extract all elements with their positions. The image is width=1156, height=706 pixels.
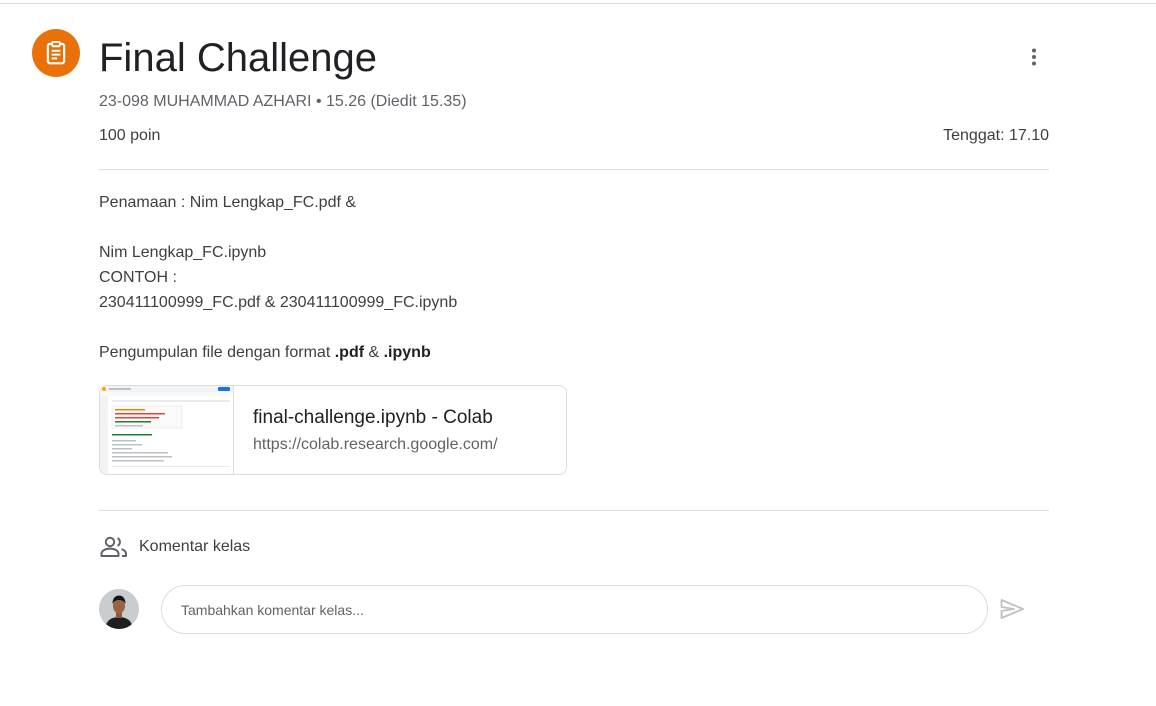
description-line: CONTOH : — [99, 269, 177, 286]
header-divider — [99, 169, 1049, 170]
format-amp: & — [364, 344, 384, 361]
top-border — [0, 3, 1156, 4]
attachment-thumbnail — [100, 386, 234, 474]
description-line: Nim Lengkap_FC.ipynb — [99, 244, 267, 261]
points-label: 100 poin — [99, 127, 161, 144]
description-line: Penamaan : Nim Lengkap_FC.pdf & — [99, 194, 357, 211]
send-icon — [1000, 599, 1024, 619]
class-comments-header: Komentar kelas — [99, 534, 250, 560]
more-options-button[interactable] — [1014, 37, 1054, 77]
attachment-title: final-challenge.ipynb - Colab — [253, 407, 493, 428]
description-format-line: Pengumpulan file dengan format .pdf & .i… — [99, 340, 431, 365]
more-vert-icon — [1032, 48, 1036, 66]
comments-divider — [99, 510, 1049, 511]
description-line: 230411100999_FC.pdf & 230411100999_FC.ip… — [99, 294, 458, 311]
send-button[interactable] — [994, 591, 1030, 627]
people-icon — [100, 536, 127, 557]
attachment-card[interactable]: final-challenge.ipynb - Colab https://co… — [99, 385, 567, 475]
comments-label: Komentar kelas — [139, 538, 251, 555]
assignment-icon — [32, 29, 80, 77]
format-ipynb: .ipynb — [383, 344, 431, 361]
format-text: Pengumpulan file dengan format — [99, 344, 335, 361]
due-label: Tenggat: 17.10 — [943, 127, 1049, 144]
comment-input[interactable] — [161, 585, 988, 634]
page-title: Final Challenge — [99, 36, 377, 80]
assignment-meta: 23-098 MUHAMMAD AZHARI • 15.26 (Diedit 1… — [99, 93, 467, 110]
avatar — [99, 589, 139, 629]
format-pdf: .pdf — [334, 344, 365, 361]
attachment-url: https://colab.research.google.com/ — [253, 436, 498, 453]
